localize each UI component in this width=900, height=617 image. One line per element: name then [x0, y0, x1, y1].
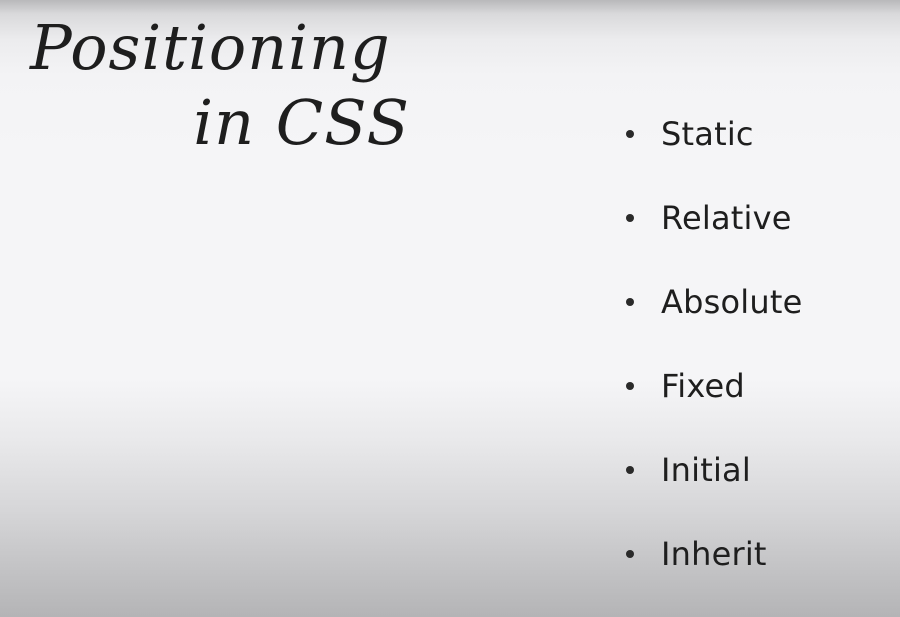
bullet-dot-icon — [626, 466, 634, 474]
bullet-label: Static — [661, 115, 754, 153]
bullet-item-relative: Relative — [626, 176, 802, 260]
slide-title: Positioning in CSS — [30, 10, 410, 160]
bullet-list: Static Relative Absolute Fixed Initial I… — [626, 92, 802, 596]
bullet-dot-icon — [626, 130, 634, 138]
bullet-item-initial: Initial — [626, 428, 802, 512]
bullet-label: Absolute — [661, 283, 803, 321]
presentation-slide: Positioning in CSS Static Relative Absol… — [0, 0, 900, 617]
bullet-label: Relative — [661, 199, 792, 237]
bullet-item-static: Static — [626, 92, 802, 176]
bullet-dot-icon — [626, 298, 634, 306]
bullet-dot-icon — [626, 382, 634, 390]
bullet-item-absolute: Absolute — [626, 260, 802, 344]
bullet-dot-icon — [626, 550, 634, 558]
bullet-label: Initial — [661, 451, 751, 489]
bullet-item-fixed: Fixed — [626, 344, 802, 428]
bullet-label: Inherit — [661, 535, 767, 573]
slide-title-line-2: in CSS — [193, 86, 410, 159]
bullet-label: Fixed — [661, 367, 745, 405]
bullet-item-inherit: Inherit — [626, 512, 802, 596]
bullet-dot-icon — [626, 214, 634, 222]
slide-title-line-1: Positioning — [30, 11, 391, 84]
